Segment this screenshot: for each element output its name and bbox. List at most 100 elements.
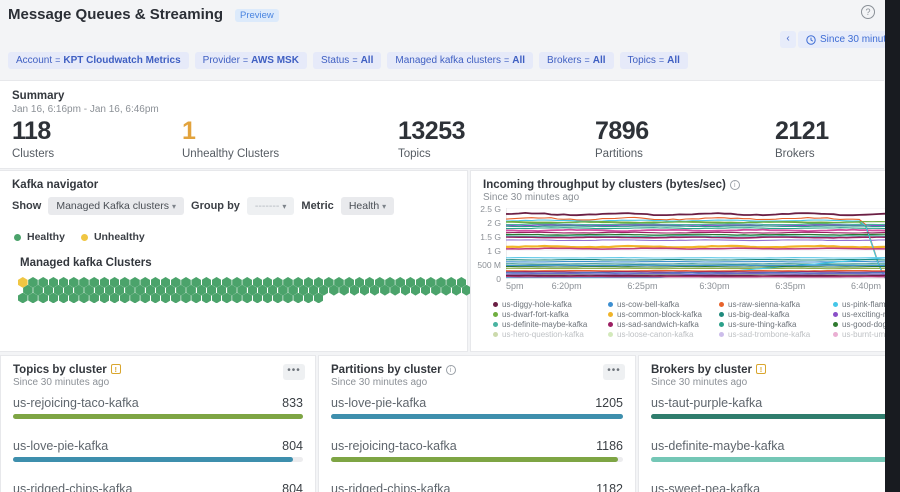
throughput-title: Incoming throughput by clusters (bytes/s… [483, 179, 740, 191]
partitions-panel-title: Partitions by clusteri [331, 364, 456, 376]
summary-title: Summary [12, 90, 64, 102]
ellipsis-menu-icon[interactable]: ••• [283, 364, 305, 380]
bar-label: us-taut-purple-kafka [651, 396, 762, 410]
legend-item[interactable]: us-hero-question-kafka [493, 329, 608, 339]
groupby-select[interactable]: -------▾ [247, 197, 295, 215]
legend-dot-icon [833, 312, 838, 317]
partitions-bar-list: us-love-pie-kafka1205us-rejoicing-taco-k… [331, 394, 623, 492]
bar-row[interactable]: us-rejoicing-taco-kafka 1186 [331, 437, 623, 480]
bar-row[interactable]: us-rejoicing-taco-kafka833 [13, 394, 303, 437]
legend-item[interactable]: us-definite-maybe-kafka [493, 319, 608, 329]
bar-label: us-definite-maybe-kafka [651, 439, 784, 453]
summary-stat: 1Unhealthy Clusters [182, 117, 279, 160]
bar-row[interactable]: us-love-pie-kafka804 [13, 437, 303, 480]
filter-pill[interactable]: Managed kafka clusters=All [387, 52, 533, 69]
legend-item[interactable]: us-cow-bell-kafka [608, 299, 719, 309]
bar-label: us-ridged-chips-kafka [331, 482, 451, 492]
topics-panel-title: Topics by cluster! [13, 364, 121, 376]
bar-value: 1186 [596, 439, 623, 453]
chevron-down-icon: ▾ [382, 202, 386, 211]
bar-row[interactable]: us-sweet-pea-kafka [651, 480, 887, 492]
bar-row[interactable]: us-ridged-chips-kafka804 [13, 480, 303, 492]
legend-item[interactable]: us-sure-thing-kafka [719, 319, 833, 329]
show-select[interactable]: Managed Kafka clusters▾ [48, 197, 184, 215]
metric-select[interactable]: Health▾ [341, 197, 394, 215]
warning-icon[interactable]: ! [111, 364, 121, 374]
throughput-legend: us-diggy-hole-kafkaus-dwarf-fort-kafkaus… [493, 299, 900, 339]
filter-pill[interactable]: Provider=AWS MSK [195, 52, 307, 69]
legend-item[interactable]: us-diggy-hole-kafka [493, 299, 608, 309]
legend-item[interactable]: us-loose-canon-kafka [608, 329, 719, 339]
status-dot-icon [14, 234, 21, 241]
legend-dot-icon [608, 302, 613, 307]
legend-item[interactable]: us-raw-sienna-kafka [719, 299, 833, 309]
metric-label: Metric [301, 200, 333, 212]
screen-edge-strip [885, 0, 900, 492]
bar-value: 833 [282, 396, 303, 410]
chart-line-series [506, 246, 885, 248]
stat-label: Clusters [12, 148, 54, 160]
legend-item[interactable]: us-big-deal-kafka [719, 309, 833, 319]
legend-dot-icon [493, 312, 498, 317]
preview-badge: Preview [235, 9, 279, 22]
chart-line-series [506, 258, 885, 259]
bar-track [331, 457, 623, 462]
chevron-down-icon: ▾ [172, 202, 176, 211]
health-legend-item: Unhealthy [81, 231, 145, 243]
bar-row[interactable]: us-taut-purple-kafka [651, 394, 887, 437]
navigator-controls: Show Managed Kafka clusters▾ Group by --… [12, 197, 394, 215]
y-tick-label: 1.5 G [471, 232, 501, 242]
time-selector: ‹ Since 30 minutes ago [780, 31, 900, 48]
filter-pill[interactable]: Status=All [313, 52, 381, 69]
legend-dot-icon [493, 332, 498, 337]
stat-label: Topics [398, 148, 465, 160]
x-tick-label: 6:30pm [699, 281, 729, 291]
info-icon[interactable]: i [730, 180, 740, 190]
chart-line-series [506, 234, 885, 235]
x-tick-label: 6:40pm [851, 281, 881, 291]
x-tick-label: 6:35pm [775, 281, 805, 291]
legend-item[interactable]: us-dwarf-fort-kafka [493, 309, 608, 319]
chart-line-series [506, 226, 885, 227]
summary-stat: 118Clusters [12, 117, 54, 160]
ellipsis-menu-icon[interactable]: ••• [603, 364, 625, 380]
throughput-chart [506, 208, 885, 280]
chevron-left-icon[interactable]: ‹ [780, 31, 796, 48]
info-icon[interactable]: i [446, 365, 456, 375]
legend-dot-icon [493, 322, 498, 327]
legend-item[interactable]: us-common-block-kafka [608, 309, 719, 319]
bar-fill [651, 457, 887, 462]
bar-value: 1182 [596, 482, 623, 492]
cluster-hex-grid [18, 277, 458, 317]
topics-bar-list: us-rejoicing-taco-kafka833us-love-pie-ka… [13, 394, 303, 492]
topics-panel-subtitle: Since 30 minutes ago [13, 377, 109, 388]
brokers-bar-list: us-taut-purple-kafka us-definite-maybe-ka… [651, 394, 887, 492]
legend-item[interactable]: us-sad-sandwich-kafka [608, 319, 719, 329]
warning-icon[interactable]: ! [756, 364, 766, 374]
chart-line-series [506, 240, 885, 241]
legend-item[interactable]: us-sad-trombone-kafka [719, 329, 833, 339]
help-icon[interactable]: ? [861, 5, 875, 19]
filter-pill[interactable]: Account=KPT Cloudwatch Metrics [8, 52, 189, 69]
filter-pill[interactable]: Topics=All [620, 52, 688, 69]
y-tick-label: 500 M [471, 260, 501, 270]
summary-date-range: Jan 16, 6:16pm - Jan 16, 6:46pm [12, 104, 159, 115]
brokers-panel-title: Brokers by cluster! [651, 364, 766, 376]
chart-line-series [506, 248, 885, 249]
bar-row[interactable]: us-definite-maybe-kafka [651, 437, 887, 480]
filter-pill[interactable]: Brokers=All [539, 52, 614, 69]
brokers-by-cluster-panel: Brokers by cluster! Since 30 minutes ago… [638, 355, 900, 492]
bar-row[interactable]: us-ridged-chips-kafka 1182 [331, 480, 623, 492]
x-tick-label: 5pm [506, 281, 524, 291]
legend-dot-icon [833, 302, 838, 307]
legend-dot-icon [719, 322, 724, 327]
summary-panel: Summary Jan 16, 6:16pm - Jan 16, 6:46pm … [0, 80, 884, 169]
bar-label: us-rejoicing-taco-kafka [331, 439, 457, 453]
chevron-down-icon: ▾ [282, 202, 286, 211]
legend-dot-icon [608, 322, 613, 327]
dashboard-page: Message Queues & Streaming Preview ? ‹ S… [0, 0, 900, 492]
bar-row[interactable]: us-love-pie-kafka1205 [331, 394, 623, 437]
bar-track [651, 457, 887, 462]
navigator-title: Kafka navigator [12, 179, 98, 191]
stat-label: Unhealthy Clusters [182, 148, 279, 160]
